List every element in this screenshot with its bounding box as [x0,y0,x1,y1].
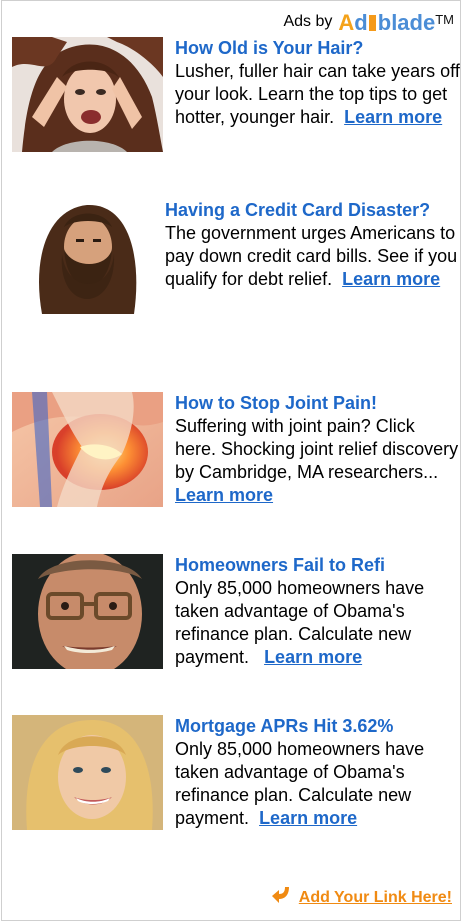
ad-item-1[interactable]: How Old is Your Hair? Lusher, fuller hai… [2,37,460,152]
learn-more-link-1[interactable]: Learn more [344,107,442,127]
ads-by-label: Ads by [283,12,333,30]
ad-title-1[interactable]: How Old is Your Hair? [175,37,460,60]
ads-by-header[interactable]: Ads by Ad bladeTM [283,9,454,34]
ad-title-5[interactable]: Mortgage APRs Hit 3.62% [175,715,460,738]
ad-item-5[interactable]: Mortgage APRs Hit 3.62% Only 85,000 home… [2,715,460,830]
ad-title-4[interactable]: Homeowners Fail to Refi [175,554,460,577]
ad-item-2[interactable]: Having a Credit Card Disaster? The gover… [2,199,460,314]
learn-more-link-3[interactable]: Learn more [175,485,273,505]
add-your-link[interactable]: Add Your Link Here! [271,885,452,910]
learn-more-link-2[interactable]: Learn more [342,269,440,289]
learn-more-link-5[interactable]: Learn more [259,808,357,828]
learn-more-link-4[interactable]: Learn more [264,647,362,667]
ad-item-4[interactable]: Homeowners Fail to Refi Only 85,000 home… [2,554,460,669]
adblade-logo[interactable]: Ad bladeTM [338,9,454,34]
ad-widget: Ads by Ad bladeTM How Old is Your Hair? … [1,0,461,921]
curved-arrow-icon [271,885,293,910]
ad-body-3: Suffering with joint pain? Click here. S… [175,416,459,482]
ad-title-3[interactable]: How to Stop Joint Pain! [175,392,460,415]
add-your-link-label[interactable]: Add Your Link Here! [299,889,452,907]
ad-item-3[interactable]: How to Stop Joint Pain! Suffering with j… [2,392,460,507]
